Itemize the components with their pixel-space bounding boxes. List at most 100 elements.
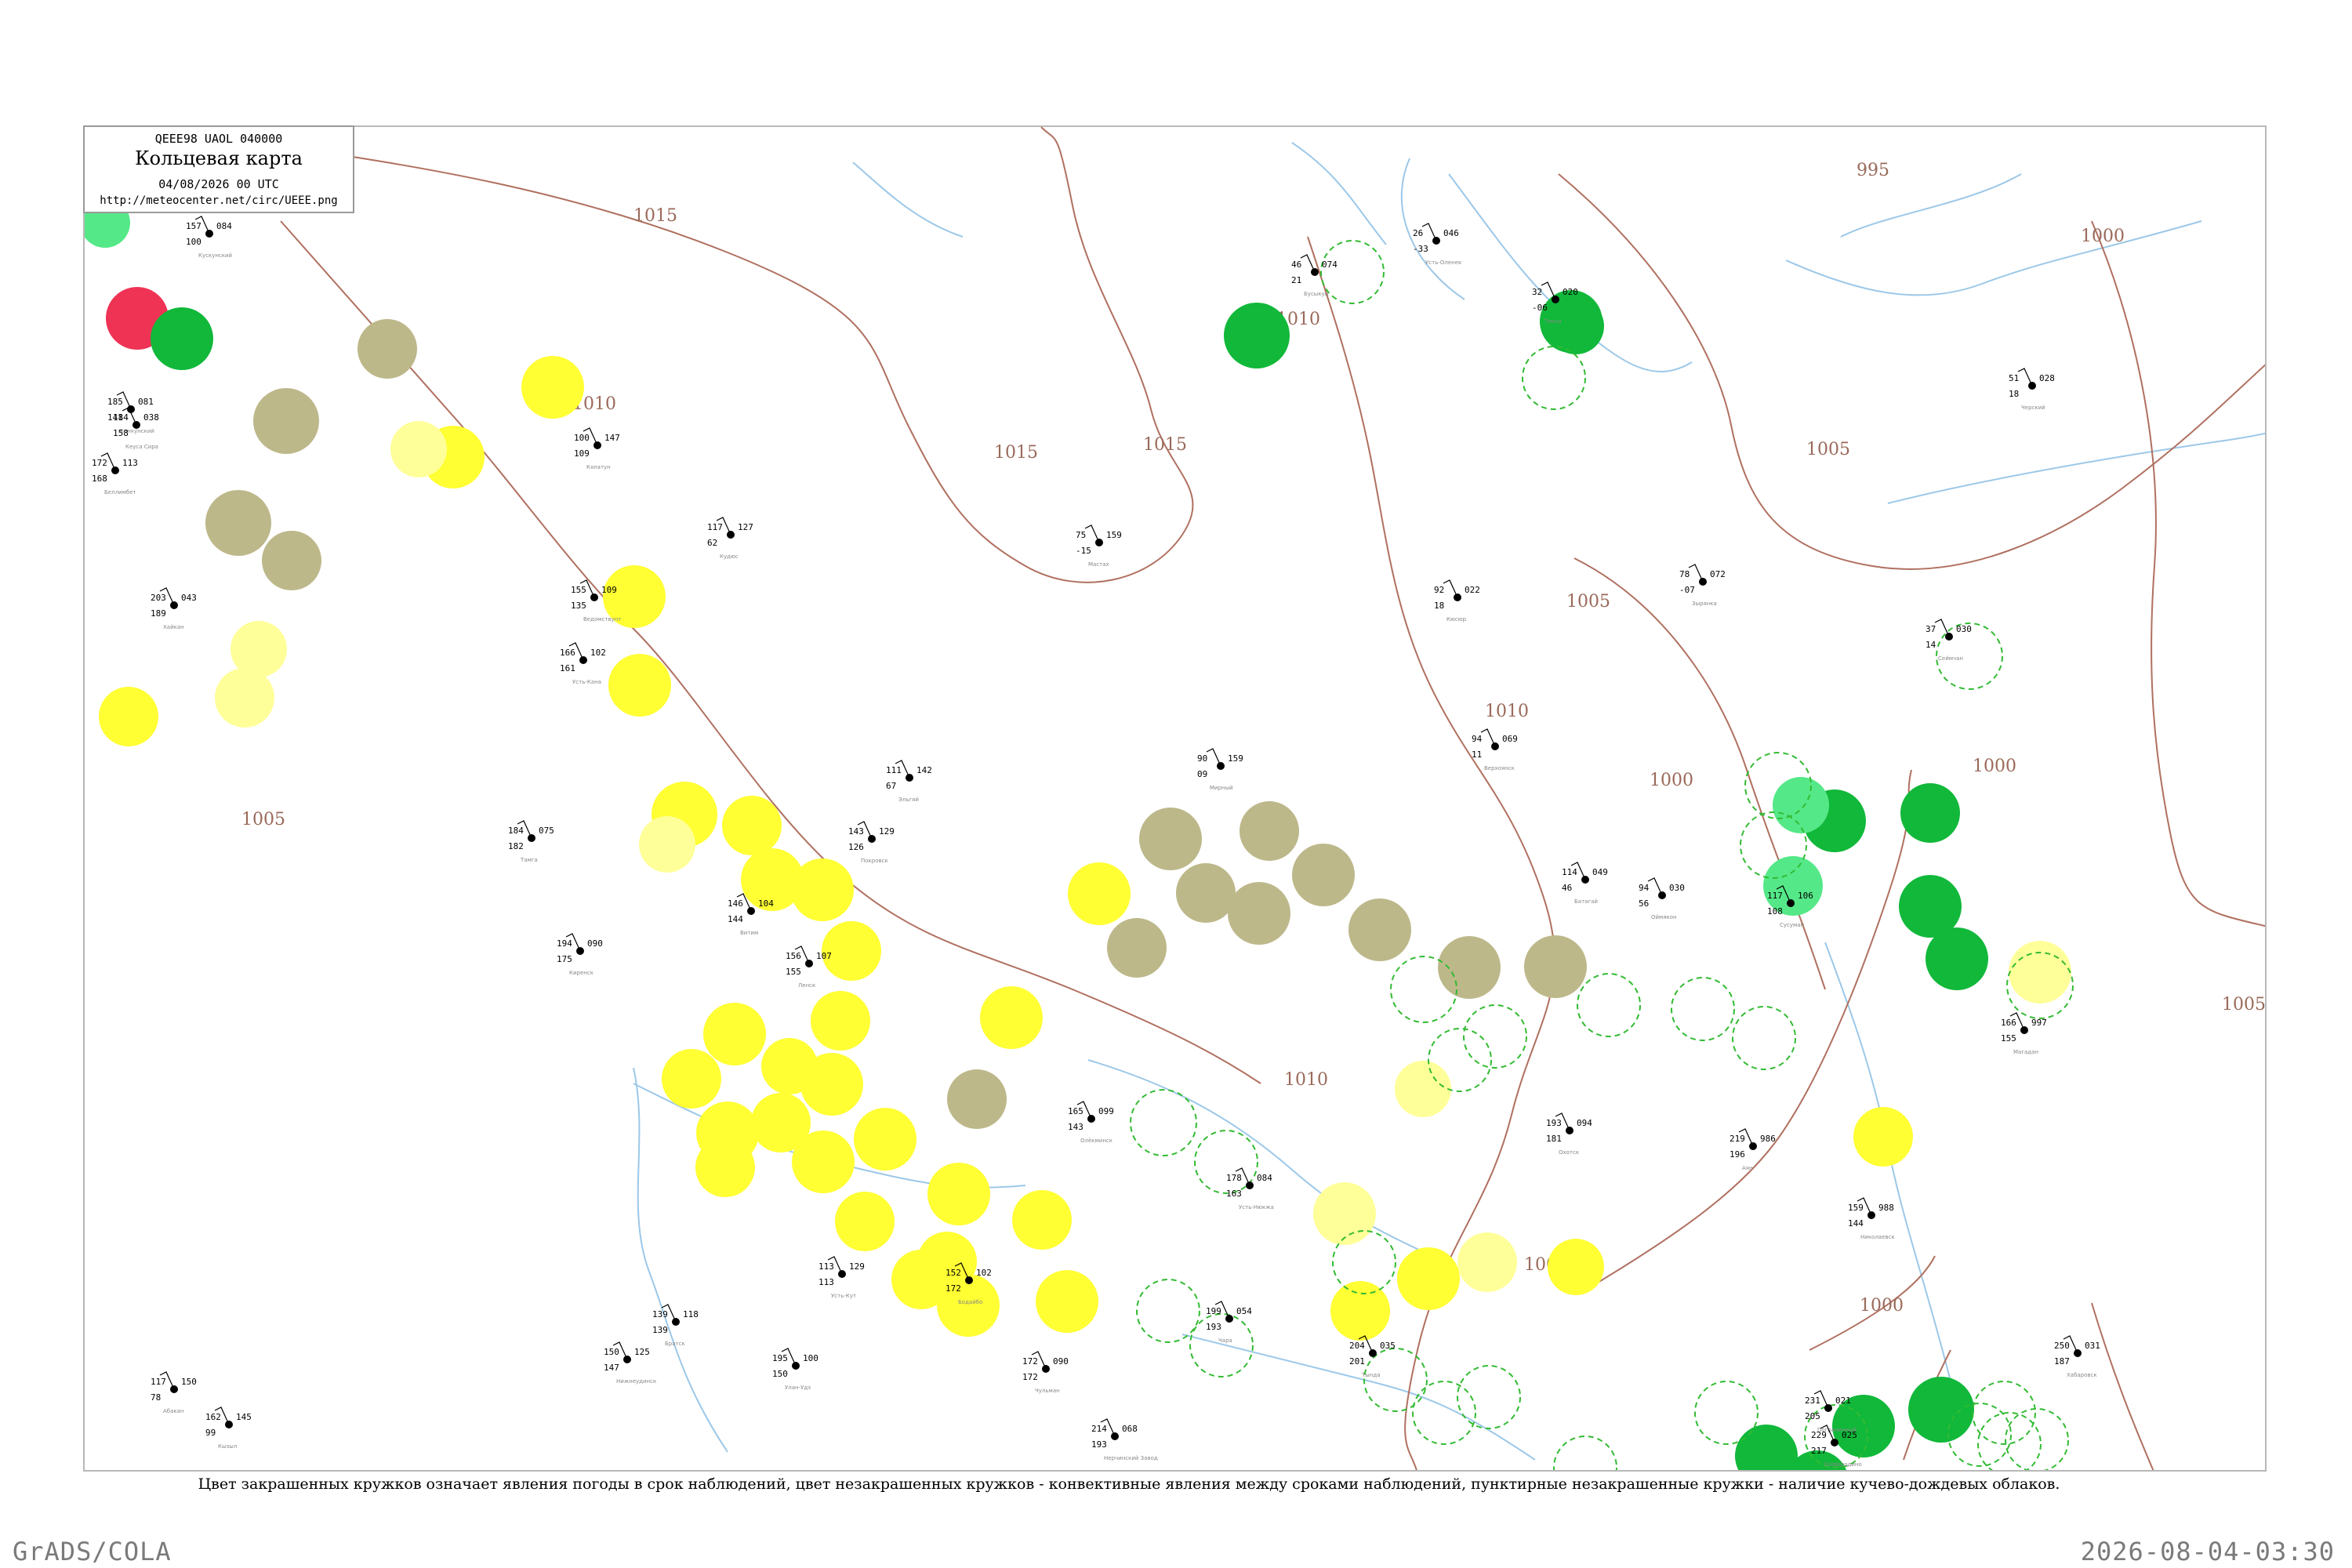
station-pressure: 028: [2039, 373, 2055, 383]
weather-phenomenon-circle: [1900, 783, 1960, 843]
station-model[interactable]: 51 18 028 Черский: [2009, 368, 2055, 411]
station-model[interactable]: 193 181 094 Охотск: [1546, 1112, 1592, 1156]
weather-phenomenon-circle: [1524, 935, 1587, 998]
station-model[interactable]: 114 46 049 Батагай: [1562, 862, 1608, 905]
station-name: Усть-Кут: [831, 1293, 856, 1299]
station-model[interactable]: 92 18 022 Кюсюр: [1434, 579, 1480, 622]
station-model[interactable]: 250 187 031 Хабаровск: [2054, 1335, 2100, 1378]
station-name: Кюсюр: [1446, 616, 1467, 622]
isobar-label: 1005: [2222, 995, 2266, 1014]
weather-phenomenon-circle: [1330, 1281, 1390, 1341]
station-pressure: 025: [1842, 1430, 1857, 1440]
station-model[interactable]: 172 172 090 Чульман: [1022, 1351, 1069, 1394]
station-temperature: 194: [557, 938, 572, 949]
station-model[interactable]: 90 09 159 Мирный: [1197, 748, 1243, 791]
station-model[interactable]: 172 168 113 Беллимбет: [92, 452, 138, 495]
station-temperature: 199: [1206, 1306, 1221, 1316]
cumulonimbus-dashed-circle: [1977, 1412, 2042, 1470]
station-model[interactable]: 117 78 150 Абакан: [151, 1371, 197, 1414]
weather-phenomenon-circle: [1292, 844, 1355, 906]
station-pressure: 022: [1465, 585, 1480, 595]
station-temperature: 32: [1532, 287, 1542, 297]
station-pressure: 129: [879, 826, 895, 837]
station-pressure: 106: [1798, 891, 1813, 901]
station-temperature: 185: [107, 397, 123, 407]
station-model[interactable]: 184 182 075 Тамга: [508, 820, 554, 863]
station-dewpoint: 172: [946, 1283, 961, 1294]
weather-phenomenon-circle: [1457, 1232, 1517, 1292]
station-model[interactable]: 78 -07 072 Зырянка: [1679, 564, 1726, 607]
station-pressure: 081: [138, 397, 154, 407]
weather-phenomenon-circle: [1348, 898, 1411, 961]
stations-layer: 185141081Канкунский184158038Кеуса Сира17…: [92, 216, 2100, 1468]
station-model[interactable]: 162 99 145 Кызыл: [205, 1406, 252, 1450]
station-pressure: 159: [1106, 530, 1122, 540]
weather-phenomenon-circle: [1068, 862, 1131, 925]
station-dewpoint: -06: [1532, 303, 1548, 313]
station-model[interactable]: 100 109 147 Кялатун: [574, 427, 620, 470]
station-pressure: 104: [758, 898, 774, 909]
station-dewpoint: 113: [818, 1277, 834, 1287]
station-temperature: 193: [1546, 1118, 1562, 1128]
station-pressure: 142: [916, 765, 932, 775]
station-model[interactable]: 159 144 988 Николаевск: [1848, 1197, 1895, 1240]
source-url[interactable]: http://meteocenter.net/circ/UEEE.png: [85, 194, 353, 207]
map-canvas[interactable]: 1015 1015 1015 1010 1010 1010 1010 1005 …: [85, 127, 2267, 1472]
weather-phenomenon-circle: [99, 687, 158, 746]
station-model[interactable]: 195 150 100 Улан-Удэ: [772, 1348, 818, 1391]
station-dewpoint: 147: [604, 1363, 619, 1373]
station-temperature: 166: [2001, 1018, 2016, 1028]
station-pressure: 021: [1835, 1396, 1851, 1406]
isobar-label: 1000: [2081, 227, 2125, 246]
station-model[interactable]: 111 67 142 Эльгяй: [886, 760, 932, 803]
station-model[interactable]: 94 11 069 Верхоянск: [1472, 728, 1518, 771]
station-model[interactable]: 46 21 074 Бусыкуц: [1291, 254, 1338, 297]
station-name: Усть-Нюкжа: [1239, 1204, 1274, 1210]
station-dewpoint: 155: [786, 967, 801, 977]
cumulonimbus-dashed-circle: [1577, 973, 1641, 1037]
station-name: Кеуса Сира: [125, 444, 158, 450]
station-model[interactable]: 204 201 035 Тында: [1349, 1335, 1396, 1378]
station-model[interactable]: 166 161 102 Усть-Кана: [560, 642, 606, 685]
station-pressure: 020: [1563, 287, 1578, 297]
station-model[interactable]: 178 163 084 Усть-Нюкжа: [1226, 1167, 1274, 1210]
cumulonimbus-dashed-circle: [1457, 1365, 1521, 1429]
weather-phenomenon-circle: [891, 1250, 951, 1309]
station-model[interactable]: 26 -33 046 Усть-Оленек: [1413, 223, 1461, 266]
station-dewpoint: 158: [113, 428, 129, 438]
station-model[interactable]: 165 143 099 Олёкминск: [1068, 1101, 1114, 1144]
station-dewpoint: 62: [707, 538, 717, 548]
station-pressure: 090: [587, 938, 603, 949]
weather-phenomenon-circle: [521, 356, 584, 419]
station-model[interactable]: 94 56 030 Оймякон: [1639, 877, 1685, 920]
station-name: Сеймчан: [1938, 655, 1963, 662]
station-pressure: 084: [1257, 1173, 1272, 1183]
station-model[interactable]: 139 139 118 Братск: [652, 1304, 699, 1347]
weather-phenomenon-circle: [1012, 1190, 1072, 1250]
weather-phenomenon-circle: [1240, 801, 1299, 861]
station-model[interactable]: 199 193 054 Чара: [1206, 1301, 1252, 1344]
station-model[interactable]: 150 147 125 Нижнеудинск: [604, 1341, 656, 1385]
station-name: Тамга: [520, 857, 538, 863]
station-model[interactable]: 203 189 043 Хайкан: [151, 587, 197, 630]
station-pressure: 145: [236, 1412, 252, 1422]
weather-phenomenon-circle: [205, 490, 271, 556]
station-temperature: 51: [2009, 373, 2019, 383]
station-temperature: 172: [92, 458, 107, 468]
station-dewpoint: 189: [151, 608, 166, 619]
weather-phenomenon-circle: [358, 319, 417, 379]
station-temperature: 155: [571, 585, 586, 595]
station-model[interactable]: 157 100 084 Кускунский: [186, 216, 232, 259]
weather-phenomenon-circle: [1773, 777, 1829, 833]
station-model[interactable]: 117 62 127 Кудюс: [707, 517, 753, 560]
station-model[interactable]: 75 -15 159 Мастах: [1076, 524, 1122, 568]
station-model[interactable]: 166 155 997 Магадан: [2001, 1012, 2047, 1055]
weather-phenomenon-circle: [1735, 1425, 1798, 1470]
software-credit: GrADS/COLA: [13, 1537, 172, 1566]
station-model[interactable]: 113 113 129 Усть-Кут: [818, 1256, 865, 1299]
station-model[interactable]: 156 155 107 Ленск: [786, 946, 832, 989]
station-model[interactable]: 214 193 068 Нерчинский Завод: [1091, 1418, 1158, 1461]
station-model[interactable]: 194 175 090 Киренск: [557, 933, 603, 976]
station-model[interactable]: 143 126 129 Покровск: [848, 821, 895, 864]
station-model[interactable]: 37 14 030 Сеймчан: [1926, 619, 1972, 662]
